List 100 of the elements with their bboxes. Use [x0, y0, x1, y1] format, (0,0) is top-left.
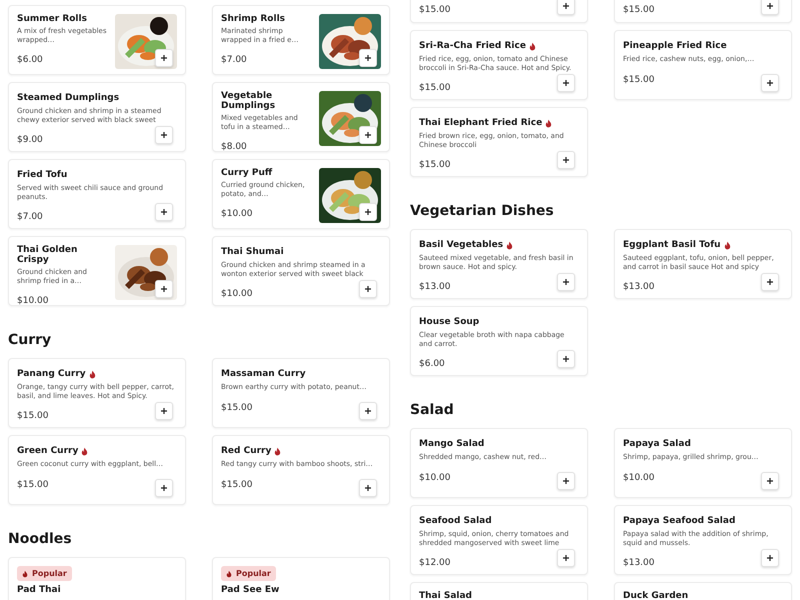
section-heading: Noodles [8, 530, 73, 548]
plus-icon [364, 484, 372, 492]
dish-price: $15.00 [221, 480, 252, 490]
dish-name: Red Curry [221, 446, 272, 456]
dish-price: $15.00 [419, 83, 450, 93]
add-button[interactable] [155, 280, 173, 298]
section-heading: Salad [410, 401, 455, 419]
add-button[interactable] [155, 402, 173, 420]
dish-name: Pad Thai [17, 585, 61, 595]
add-button[interactable] [359, 49, 377, 67]
menu-card[interactable]: $15.00 [614, 0, 792, 23]
dish-price: $10.00 [419, 472, 450, 482]
menu-card[interactable]: Duck Garden [614, 582, 792, 600]
add-button[interactable] [557, 273, 575, 291]
dish-price: $15.00 [17, 411, 48, 421]
dish-price: $7.00 [221, 55, 247, 65]
section-heading: Curry [8, 331, 52, 349]
dish-price: $10.00 [221, 209, 252, 219]
dish-name: Panang Curry [17, 369, 86, 379]
plus-icon [766, 278, 774, 286]
dish-name: Sri-Ra-Cha Fried Rice [419, 41, 526, 51]
dish-name: Papaya Salad [623, 439, 691, 449]
plus-icon [562, 156, 570, 164]
add-button[interactable] [359, 203, 377, 221]
add-button[interactable] [761, 74, 779, 92]
dish-name: Eggplant Basil Tofu [623, 240, 721, 250]
add-button[interactable] [761, 549, 779, 567]
dish-name: Basil Vegetables [419, 240, 504, 250]
dish-name: Papaya Seafood Salad [623, 516, 736, 526]
menu-card[interactable]: $15.00 [410, 0, 588, 23]
dish-name: Seafood Salad [419, 516, 492, 526]
plus-icon [562, 355, 570, 363]
add-button[interactable] [557, 350, 575, 368]
plus-icon [364, 407, 372, 415]
add-button[interactable] [761, 472, 779, 490]
plus-icon [160, 484, 168, 492]
dish-price: $6.00 [419, 359, 445, 369]
plus-icon [160, 54, 168, 62]
plus-icon [364, 208, 372, 216]
dish-name: Fried Tofu [17, 170, 68, 180]
add-button[interactable] [155, 479, 173, 497]
dish-price: $8.00 [221, 142, 247, 152]
plus-icon [562, 79, 570, 87]
dish-price: $9.00 [17, 135, 43, 145]
dish-price: $15.00 [221, 402, 252, 412]
menu-card[interactable]: Thai Salad [410, 582, 588, 600]
dish-price: $7.00 [17, 212, 43, 222]
menu-card[interactable]: Popular Pad Thai [8, 557, 186, 600]
dish-name: Pineapple Fried Rice [623, 41, 727, 51]
plus-icon [562, 554, 570, 562]
dish-price: $12.00 [419, 558, 450, 568]
dish-name: Thai Golden Crispy [17, 245, 78, 265]
dish-name: Shrimp Rolls [221, 14, 286, 24]
dish-price: $15.00 [419, 5, 450, 15]
add-button[interactable] [557, 0, 575, 15]
dish-name: Steamed Dumplings [17, 93, 120, 103]
plus-icon [766, 2, 774, 10]
dish-name: Summer Rolls [17, 14, 87, 24]
dish-price: $10.00 [17, 296, 48, 306]
plus-icon [562, 278, 570, 286]
add-button[interactable] [155, 49, 173, 67]
add-button[interactable] [557, 74, 575, 92]
plus-icon [562, 2, 570, 10]
dish-price: $15.00 [419, 160, 450, 170]
add-button[interactable] [557, 549, 575, 567]
dish-name: Vegetable Dumplings [221, 91, 276, 111]
dish-price: $13.00 [623, 282, 654, 292]
plus-icon [766, 477, 774, 485]
add-button[interactable] [359, 402, 377, 420]
add-button[interactable] [557, 472, 575, 490]
plus-icon [160, 131, 168, 139]
dish-price: $15.00 [623, 74, 654, 84]
plus-icon [160, 285, 168, 293]
dish-name: Green Curry [17, 446, 78, 456]
dish-name: Thai Elephant Fried Rice [419, 118, 542, 128]
add-button[interactable] [359, 126, 377, 144]
plus-icon [766, 554, 774, 562]
add-button[interactable] [359, 479, 377, 497]
dish-name: Duck Garden [623, 591, 688, 600]
add-button[interactable] [359, 280, 377, 298]
add-button[interactable] [761, 0, 779, 15]
dish-name: Curry Puff [221, 168, 272, 178]
dish-price: $13.00 [419, 282, 450, 292]
dish-name: Massaman Curry [221, 369, 306, 379]
plus-icon [364, 54, 372, 62]
plus-icon [160, 208, 168, 216]
dish-price: $15.00 [17, 480, 48, 490]
flame-icon [22, 570, 28, 578]
add-button[interactable] [155, 203, 173, 221]
dish-name: Mango Salad [419, 439, 484, 449]
menu-card[interactable]: Popular Pad See Ew [212, 557, 390, 600]
plus-icon [160, 407, 168, 415]
dish-name: Pad See Ew [221, 585, 280, 595]
dish-price: $10.00 [623, 472, 654, 482]
badge-label: Popular [236, 569, 271, 578]
add-button[interactable] [761, 273, 779, 291]
dish-price: $10.00 [221, 289, 252, 299]
badge-label: Popular [32, 569, 67, 578]
add-button[interactable] [155, 126, 173, 144]
add-button[interactable] [557, 151, 575, 169]
